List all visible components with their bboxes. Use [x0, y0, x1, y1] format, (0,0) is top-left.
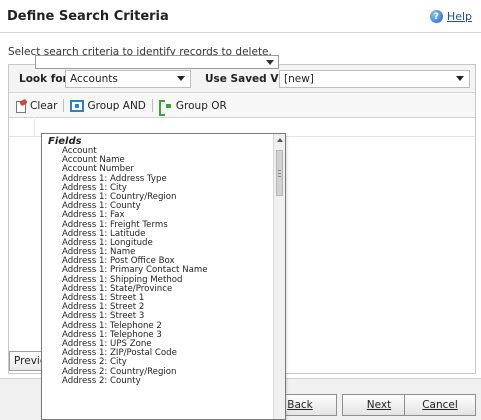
row-selector[interactable]	[9, 119, 35, 137]
group-or-label: Group OR	[175, 99, 227, 112]
clear-icon	[15, 100, 27, 113]
saved-view-select[interactable]: [new]	[279, 70, 470, 88]
dialog-title: Define Search Criteria	[7, 9, 169, 24]
scroll-up-arrow-icon[interactable]	[277, 138, 283, 142]
field-options: Account Account Name Account Number Address…	[62, 146, 208, 386]
criteria-toolbar: Clear Group AND Group OR	[9, 94, 475, 118]
group-and-icon	[70, 99, 85, 112]
saved-view-value: [new]	[284, 73, 314, 85]
look-for-row: Look for: Accounts Use Saved View: [new]	[9, 65, 475, 93]
group-and-label: Group AND	[87, 99, 146, 112]
next-label: Next	[366, 399, 392, 411]
help-icon: ?	[429, 10, 443, 23]
field-dropdown-list[interactable]: Fields Account Account Name Account Number…	[41, 133, 286, 420]
help-label: Help	[446, 10, 472, 23]
back-label: Back	[287, 399, 313, 411]
help-link[interactable]: ? Help	[429, 10, 472, 23]
grip-line	[278, 176, 281, 177]
look-for-label: Look for:	[19, 73, 72, 85]
grip-line	[278, 170, 281, 171]
group-or-button[interactable]: Group OR	[158, 99, 227, 116]
field-select[interactable]	[35, 55, 279, 69]
look-for-value: Accounts	[70, 73, 118, 85]
dropdown-scrollbar[interactable]	[273, 134, 285, 419]
chevron-down-icon	[456, 76, 464, 81]
grip-line	[278, 173, 281, 174]
toolbar-divider	[63, 99, 65, 112]
scrollbar-thumb[interactable]	[276, 150, 283, 196]
clear-button[interactable]: Clear	[15, 99, 58, 113]
field-option[interactable]: Address 2: County	[62, 376, 208, 386]
group-and-button[interactable]: Group AND	[70, 99, 146, 112]
chevron-down-icon	[177, 76, 185, 81]
cancel-label: Cancel	[422, 399, 458, 411]
chevron-down-icon	[266, 60, 274, 65]
toolbar-divider	[151, 99, 153, 112]
look-for-select[interactable]: Accounts	[65, 70, 191, 88]
cancel-button[interactable]: Cancel	[404, 394, 476, 416]
dialog-header: Define Search Criteria ? Help	[0, 0, 481, 33]
clear-label: Clear	[30, 99, 58, 112]
group-or-icon	[158, 99, 173, 116]
